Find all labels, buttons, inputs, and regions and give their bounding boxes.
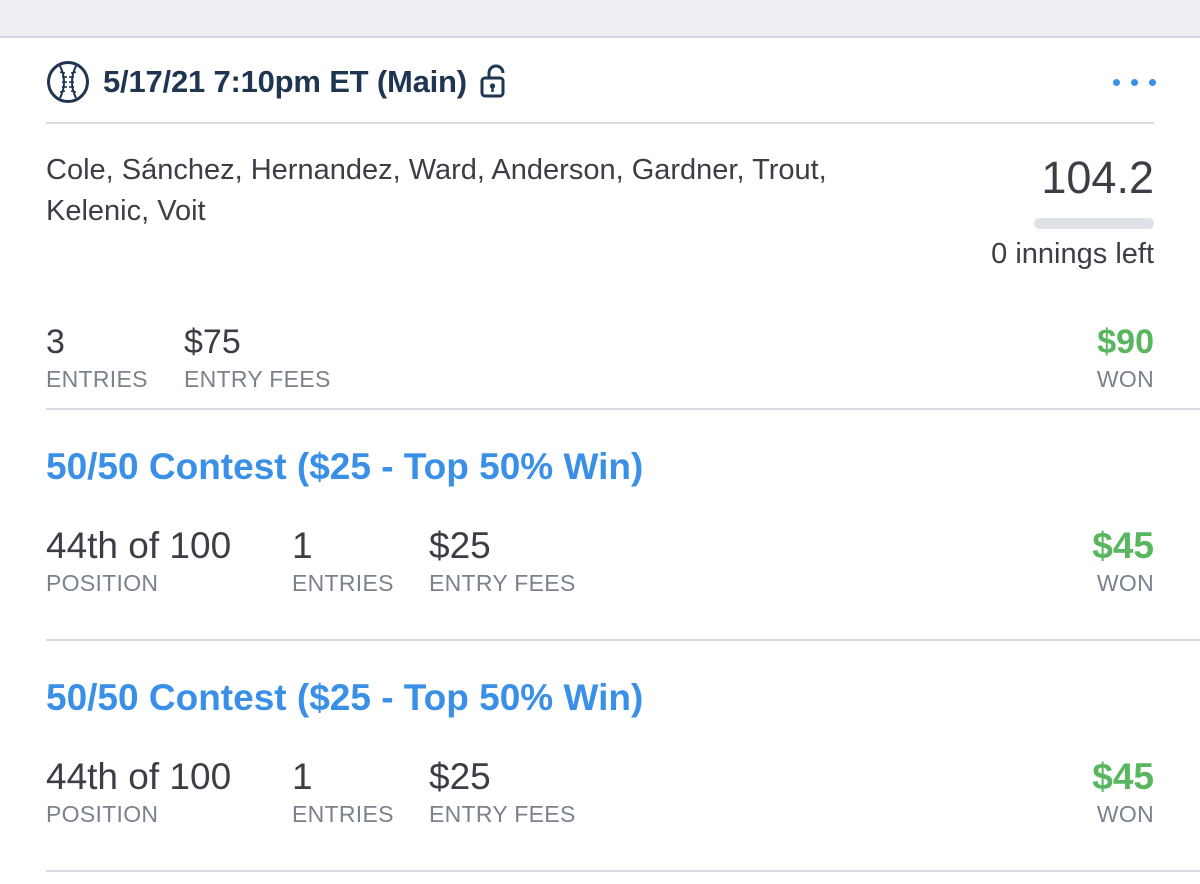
contest-position-value: 44th of 100 (46, 756, 232, 797)
contest-fees-label: ENTRY FEES (429, 570, 576, 596)
contest-entries-value: 1 (292, 525, 313, 566)
summary-won-label: WON (1096, 366, 1154, 392)
contest-won: $45 WON (1092, 526, 1154, 598)
more-dot (1131, 78, 1138, 86)
more-dot (1149, 78, 1156, 86)
contest-position-label: POSITION (46, 801, 159, 827)
summary-fees-label: ENTRY FEES (184, 366, 331, 392)
contest-fees-label: ENTRY FEES (429, 801, 576, 827)
baseball-icon (46, 60, 90, 104)
more-options-button[interactable] (1096, 66, 1156, 98)
unlocked-icon (479, 64, 509, 100)
contest-stats: 44th of 100 POSITION 1 ENTRIES $25 ENTRY… (46, 526, 1154, 606)
summary-stats: 3 ENTRIES $75 ENTRY FEES $90 WON (46, 322, 1154, 402)
section-divider (46, 408, 1200, 410)
contest-won-value: $45 (1092, 525, 1154, 566)
summary-fees-value: $75 (184, 323, 241, 361)
summary-entries-label: ENTRIES (46, 366, 148, 392)
section-divider (46, 870, 1200, 872)
contest-won-label: WON (1096, 570, 1154, 596)
summary-fees: $75 ENTRY FEES (184, 322, 331, 394)
contest-position-value: 44th of 100 (46, 525, 232, 566)
summary-entries-value: 3 (46, 323, 65, 361)
contest-fees: $25 ENTRY FEES (429, 757, 576, 829)
contest-title-link[interactable]: 50/50 Contest ($25 - Top 50% Win) (46, 677, 643, 719)
summary-entries: 3 ENTRIES (46, 322, 148, 394)
contest-fees-value: $25 (429, 525, 491, 566)
contest-entries: 1 ENTRIES (292, 526, 394, 598)
contest-entries-value: 1 (292, 756, 313, 797)
innings-progress-bar (1034, 218, 1154, 229)
contest-position: 44th of 100 POSITION (46, 526, 231, 598)
summary-won: $90 WON (1097, 322, 1154, 394)
innings-left: 0 innings left (991, 238, 1154, 270)
card-header: 5/17/21 7:10pm ET (Main) (46, 60, 1156, 104)
contest-fees: $25 ENTRY FEES (429, 526, 576, 598)
contest-entries-label: ENTRIES (292, 570, 394, 596)
contest-won-value: $45 (1092, 756, 1154, 797)
lineup-card: 5/17/21 7:10pm ET (Main) Cole, Sánchez, … (0, 36, 1200, 884)
summary-won-value: $90 (1097, 323, 1154, 361)
header-divider (46, 122, 1154, 124)
section-divider (46, 639, 1200, 641)
contest-position: 44th of 100 POSITION (46, 757, 231, 829)
contest-entries-label: ENTRIES (292, 801, 394, 827)
slate-title: 5/17/21 7:10pm ET (Main) (103, 64, 467, 99)
contest-stats: 44th of 100 POSITION 1 ENTRIES $25 ENTRY… (46, 757, 1154, 837)
contest-entries: 1 ENTRIES (292, 757, 394, 829)
contest-won: $45 WON (1092, 757, 1154, 829)
more-dot (1113, 78, 1120, 86)
lineup-players: Cole, Sánchez, Hernandez, Ward, Anderson… (46, 154, 827, 227)
lineup-score: 104.2 (1041, 152, 1154, 203)
contest-won-label: WON (1096, 801, 1154, 827)
contest-title-link[interactable]: 50/50 Contest ($25 - Top 50% Win) (46, 446, 643, 488)
contest-position-label: POSITION (46, 570, 159, 596)
contest-fees-value: $25 (429, 756, 491, 797)
